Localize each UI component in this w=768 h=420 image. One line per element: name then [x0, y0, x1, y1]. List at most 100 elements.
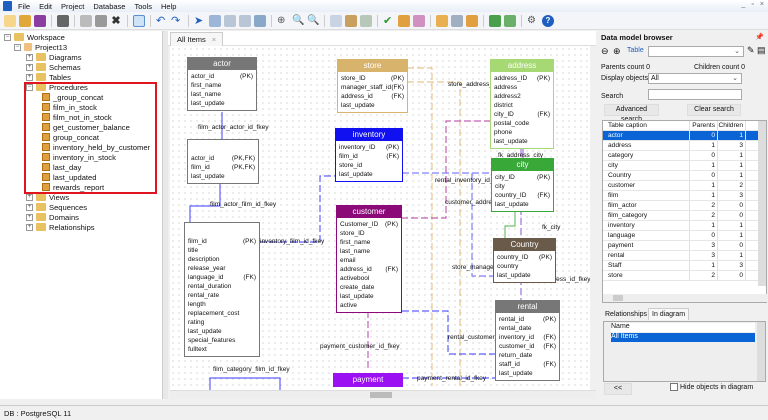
entity-column[interactable]: inventory_ID (PK)	[336, 143, 402, 152]
entity-column[interactable]: last_update	[494, 271, 555, 280]
tab-relationships[interactable]: Relationships	[602, 309, 650, 320]
edit-icon[interactable]: ✎	[747, 45, 755, 56]
tree-tables[interactable]: + Tables	[26, 72, 71, 82]
table-row[interactable]: rental 3 1	[603, 251, 758, 261]
entity-column[interactable]: language_id (FK)	[185, 273, 259, 282]
tab-in-diagram[interactable]: In diagram	[648, 308, 690, 320]
rel-store-address[interactable]	[407, 67, 433, 386]
entity-column[interactable]: city	[492, 182, 553, 191]
entity-column[interactable]: actor_id (PK)	[188, 72, 256, 81]
entity-column[interactable]: title	[185, 246, 259, 255]
entity-column[interactable]: Customer_ID (PK)	[337, 220, 401, 229]
zoom-in-icon[interactable]: 🔍	[292, 15, 304, 27]
entity-column[interactable]: address2	[491, 92, 553, 101]
canvas-horizontal-scrollbar[interactable]	[170, 390, 596, 399]
sync-icon[interactable]	[413, 14, 425, 27]
rel-film-category[interactable]	[209, 377, 281, 390]
entity-column[interactable]: film_id (PK,FK)	[188, 163, 258, 172]
grid-horizontal-scrollbar[interactable]	[603, 294, 768, 302]
pointer-icon[interactable]: ➤	[194, 15, 206, 27]
entity-column[interactable]: return_date	[496, 351, 559, 360]
redo-icon[interactable]: ↷	[171, 15, 183, 27]
entity-column[interactable]: rental_date	[496, 324, 559, 333]
copy-icon[interactable]	[80, 14, 92, 27]
entity-column[interactable]: rental_id (PK)	[496, 315, 559, 324]
table-row[interactable]: film_actor 2 0	[603, 201, 758, 211]
new-icon[interactable]	[4, 14, 16, 27]
relation-icon[interactable]	[224, 14, 236, 27]
entity-column[interactable]: last_update	[338, 101, 407, 110]
entity-column[interactable]: last_name	[337, 247, 401, 256]
settings-icon[interactable]: ⚙	[527, 15, 539, 27]
tree-diagrams[interactable]: + Diagrams	[26, 52, 82, 62]
export-icon[interactable]	[436, 14, 448, 27]
entity-column[interactable]: film_id (FK)	[336, 152, 402, 161]
entity-country[interactable]: Country country_ID (PK) country last_update	[493, 238, 556, 283]
tree-project[interactable]: − Project13	[14, 42, 67, 52]
zoom-out-icon[interactable]: 🔍	[307, 15, 319, 27]
grid-vertical-scrollbar[interactable]	[758, 121, 766, 286]
open-table-icon[interactable]: ▤	[757, 45, 766, 56]
entity-customer[interactable]: customer Customer_ID (PK) store_ID first_nam…	[336, 205, 402, 313]
tree-domains[interactable]: + Domains	[26, 212, 79, 222]
table-icon[interactable]	[209, 14, 221, 27]
entity-column[interactable]: address_id (FK)	[337, 265, 401, 274]
entity-column[interactable]: replacement_cost	[185, 309, 259, 318]
entity-column[interactable]: rental_duration	[185, 282, 259, 291]
entity-column[interactable]: special_features	[185, 336, 259, 345]
save-icon[interactable]	[34, 14, 46, 27]
entity-column[interactable]: actor_id (PK,FK)	[188, 154, 258, 163]
table-select[interactable]: ⌄	[648, 46, 744, 57]
diagram-icon[interactable]	[133, 14, 145, 27]
diagram-canvas[interactable]: film_actor_actor_id_fkey film_actor_film…	[170, 46, 590, 390]
layout-icon[interactable]	[360, 14, 372, 27]
table-row[interactable]: payment 3 0	[603, 241, 758, 251]
table-row[interactable]: language 0 1	[603, 231, 758, 241]
entity-column[interactable]: inventory_id (FK)	[496, 333, 559, 342]
advanced-search-button[interactable]: Advanced search	[604, 104, 659, 123]
list-item[interactable]: All Items	[611, 333, 755, 342]
paste-icon[interactable]	[95, 14, 107, 27]
menu-project[interactable]: Project	[61, 2, 84, 11]
table-row[interactable]: address 1 3	[603, 141, 758, 151]
entity-actor[interactable]: actor actor_id (PK) first_name last_name last…	[187, 57, 257, 111]
table-row[interactable]: category 0 1	[603, 151, 758, 161]
import-icon[interactable]	[451, 14, 463, 27]
tree-sequences[interactable]: + Sequences	[26, 202, 87, 212]
entity-column[interactable]: last_name	[188, 90, 256, 99]
entity-column[interactable]: phone	[491, 128, 553, 137]
close-icon[interactable]: ×	[760, 1, 764, 8]
entity-column[interactable]: district	[491, 101, 553, 110]
zoom-fit-icon[interactable]: ⊕	[277, 15, 289, 27]
hierarchy-icon[interactable]	[254, 14, 266, 27]
entity-column[interactable]: city_ID (PK)	[492, 173, 553, 182]
entity-column[interactable]: last_update	[337, 292, 401, 301]
open-icon[interactable]	[19, 14, 31, 27]
rel-rental-customer[interactable]	[402, 310, 495, 355]
collapse-button[interactable]: <<	[604, 383, 632, 395]
menu-file[interactable]: File	[18, 2, 30, 11]
table-row[interactable]: Staff 1 3	[603, 261, 758, 271]
add-icon[interactable]	[489, 14, 501, 27]
entity-column[interactable]: store_id	[336, 161, 402, 170]
entity-column[interactable]: manager_staff_id (FK)	[338, 83, 407, 92]
print-icon[interactable]	[57, 14, 69, 27]
note-icon[interactable]	[345, 14, 357, 27]
entity-column[interactable]: country_ID (FK)	[492, 191, 553, 200]
menu-database[interactable]: Database	[93, 2, 125, 11]
entity-city[interactable]: city city_ID (PK) city country_ID (FK) last_up…	[491, 158, 554, 212]
delete-icon[interactable]: ✖	[110, 15, 122, 27]
entity-address[interactable]: address address_ID (PK) address address2 dist…	[490, 59, 554, 149]
rel-city-country[interactable]	[504, 210, 516, 238]
entity-film-actor[interactable]: film_actor actor_id (PK,FK) film_id (PK,FK) l…	[187, 139, 259, 184]
entity-column[interactable]: first_name	[337, 238, 401, 247]
entity-column[interactable]: store_ID (PK)	[338, 74, 407, 83]
entity-column[interactable]: last_update	[188, 172, 258, 181]
entity-column[interactable]: address_ID (PK)	[491, 74, 553, 83]
forward-icon[interactable]: ⊕	[613, 46, 621, 57]
add-table-icon[interactable]	[504, 14, 516, 27]
entity-column[interactable]: country	[494, 262, 555, 271]
tree-relationships[interactable]: + Relationships	[26, 222, 95, 232]
entity-column[interactable]: last_update	[185, 327, 259, 336]
entity-column[interactable]: fulltext	[185, 345, 259, 354]
